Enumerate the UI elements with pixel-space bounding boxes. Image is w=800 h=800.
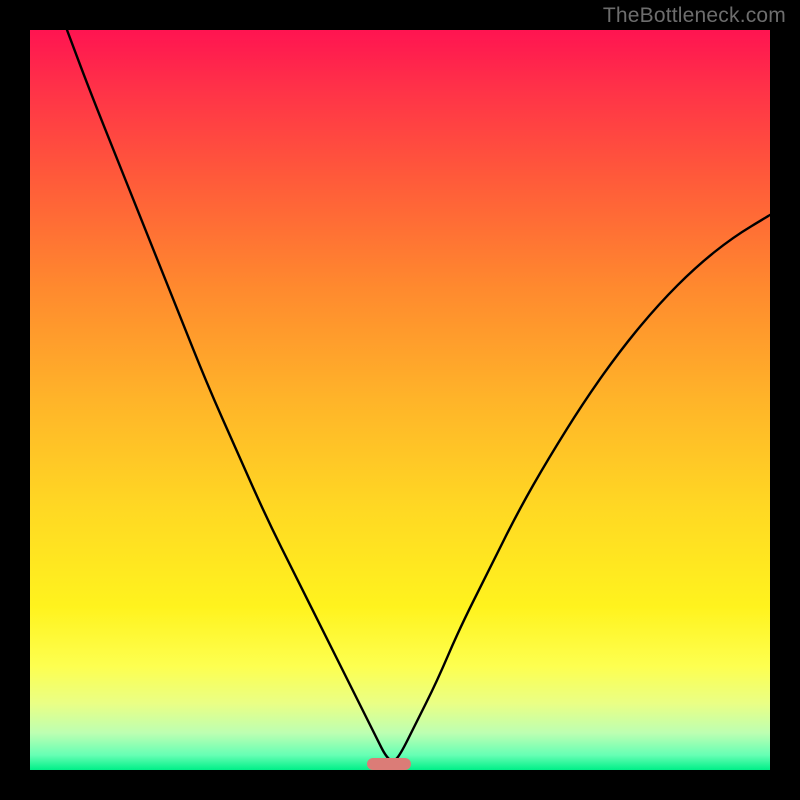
watermark-text: TheBottleneck.com (603, 4, 786, 28)
bottleneck-curve (30, 30, 770, 770)
optimum-marker (367, 758, 411, 770)
chart-frame: TheBottleneck.com (0, 0, 800, 800)
plot-area (30, 30, 770, 770)
